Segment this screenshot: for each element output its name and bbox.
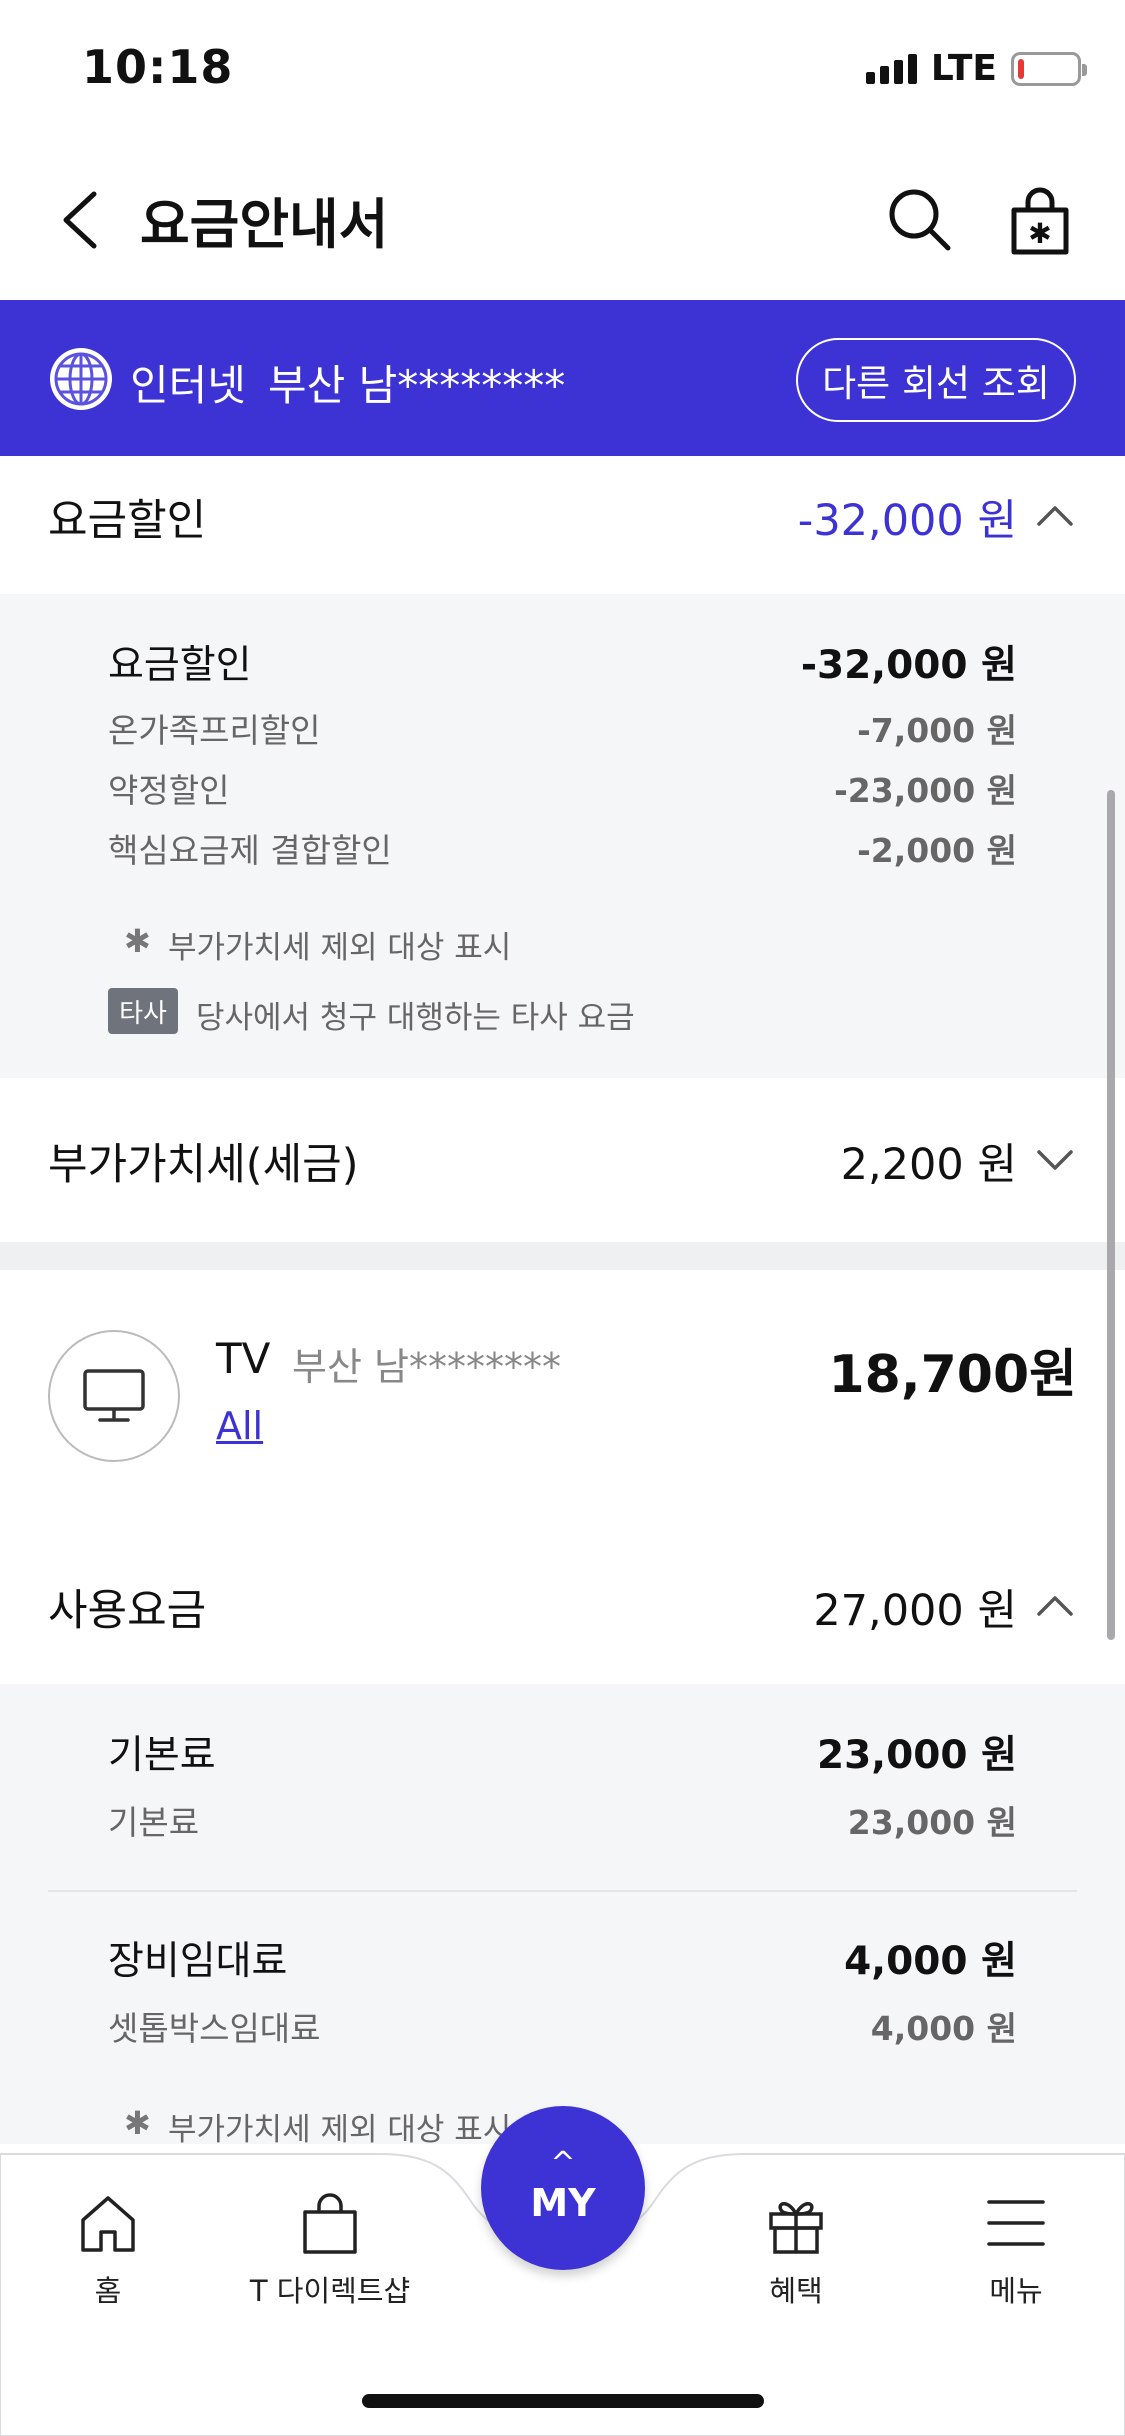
gift-icon bbox=[769, 2202, 823, 2254]
usage-item-value: 4,000 원 bbox=[870, 2009, 1017, 2048]
usage-item-label: 셋톱박스임대료 bbox=[108, 2009, 321, 2048]
discount-section-title: 요금할인 bbox=[48, 496, 207, 546]
group-divider bbox=[48, 1890, 1077, 1892]
discount-main-label: 요금할인 bbox=[108, 643, 252, 688]
tv-icon-badge bbox=[48, 1330, 180, 1462]
asterisk-icon: ✱ bbox=[124, 922, 151, 960]
other-carrier-badge: 타사 bbox=[108, 988, 178, 1034]
discount-item-value: -2,000 원 bbox=[857, 831, 1017, 870]
discount-details: 요금할인 -32,000 원 온가족프리할인 -7,000 원 약정할인 -23… bbox=[0, 594, 1125, 1078]
chevron-up-icon: ^ bbox=[550, 2146, 576, 2181]
discount-item-value: -7,000 원 bbox=[857, 711, 1017, 750]
nav-home-label: 홈 bbox=[94, 2274, 122, 2308]
vat-section-header[interactable]: 부가가치세(세금) 2,200 원 bbox=[0, 1078, 1125, 1242]
section-divider bbox=[0, 1242, 1125, 1270]
vat-exempt-note: 부가가치세 제외 대상 표시 bbox=[168, 930, 512, 966]
my-button[interactable]: ^ MY bbox=[481, 2106, 645, 2270]
other-carrier-note: 당사에서 청구 대행하는 타사 요금 bbox=[196, 1000, 635, 1036]
network-type: LTE bbox=[930, 48, 997, 89]
tv-total-amount: 18,700원 bbox=[828, 1345, 1077, 1405]
chevron-left-icon bbox=[63, 191, 97, 249]
nav-benefits-label: 혜택 bbox=[769, 2274, 823, 2308]
search-icon bbox=[889, 189, 951, 251]
usage-group-label: 장비임대료 bbox=[108, 1939, 288, 1984]
scrollbar[interactable] bbox=[1107, 790, 1115, 1640]
home-indicator bbox=[362, 2394, 764, 2408]
status-time: 10:18 bbox=[82, 40, 234, 94]
nav-menu[interactable]: 메뉴 bbox=[916, 2190, 1116, 2310]
discount-item-value: -23,000 원 bbox=[834, 771, 1017, 810]
discount-item-label: 핵심요금제 결합할인 bbox=[108, 831, 392, 870]
vat-section-amount: 2,200 원 bbox=[840, 1140, 1017, 1190]
app-header: 요금안내서 ✱ bbox=[0, 140, 1125, 300]
usage-item-value: 23,000 원 bbox=[847, 1803, 1017, 1842]
search-button[interactable] bbox=[880, 180, 960, 260]
line-region: 부산 남******** bbox=[268, 361, 566, 410]
usage-section-header[interactable]: 사용요금 27,000 원 bbox=[0, 1536, 1125, 1684]
line-service-type: 인터넷 bbox=[130, 361, 246, 410]
nav-direct-shop[interactable]: T 다이렉트샵 bbox=[230, 2190, 430, 2310]
discount-section-amount: -32,000 원 bbox=[797, 496, 1017, 546]
page-title: 요금안내서 bbox=[140, 193, 389, 256]
home-icon bbox=[81, 2196, 135, 2252]
usage-group-value: 4,000 원 bbox=[844, 1939, 1017, 1984]
usage-group-value: 23,000 원 bbox=[817, 1733, 1017, 1778]
menu-icon bbox=[987, 2200, 1045, 2246]
shopping-bag-icon bbox=[303, 2193, 357, 2254]
tv-line-region: 부산 남******** bbox=[292, 1345, 561, 1389]
discount-section-header[interactable]: 요금할인 -32,000 원 bbox=[0, 456, 1125, 594]
nav-menu-label: 메뉴 bbox=[989, 2274, 1043, 2308]
discount-item-label: 약정할인 bbox=[108, 771, 230, 810]
usage-group-label: 기본료 bbox=[108, 1733, 216, 1778]
signal-icon bbox=[865, 53, 917, 84]
discount-main-value: -32,000 원 bbox=[800, 643, 1017, 688]
line-banner: 인터넷 부산 남******** 다른 회선 조회 bbox=[0, 300, 1125, 456]
nav-home[interactable]: 홈 bbox=[8, 2190, 208, 2310]
nav-direct-shop-label: T 다이렉트샵 bbox=[249, 2274, 411, 2308]
tv-service-name: TV bbox=[216, 1334, 271, 1383]
usage-details: 기본료 23,000 원 기본료 23,000 원 장비임대료 4,000 원 … bbox=[0, 1684, 1125, 2148]
chevron-up-icon bbox=[1037, 506, 1073, 526]
vat-section-title: 부가가치세(세금) bbox=[48, 1140, 359, 1190]
bag-icon: ✱ bbox=[1011, 187, 1069, 255]
status-bar: 10:18 LTE bbox=[0, 0, 1125, 140]
back-button[interactable] bbox=[50, 180, 120, 260]
nav-benefits[interactable]: 혜택 bbox=[696, 2190, 896, 2310]
usage-section-title: 사용요금 bbox=[48, 1586, 207, 1636]
globe-icon bbox=[50, 348, 112, 410]
discount-item-label: 온가족프리할인 bbox=[108, 711, 321, 750]
shopping-bag-button[interactable]: ✱ bbox=[1000, 180, 1080, 260]
other-line-button[interactable]: 다른 회선 조회 bbox=[796, 338, 1076, 422]
tv-icon bbox=[83, 1369, 145, 1422]
chevron-up-icon bbox=[1037, 1596, 1073, 1616]
usage-section-amount: 27,000 원 bbox=[813, 1586, 1017, 1636]
chevron-down-icon bbox=[1037, 1150, 1073, 1170]
status-indicators: LTE bbox=[865, 48, 1087, 89]
usage-item-label: 기본료 bbox=[108, 1803, 200, 1842]
battery-icon bbox=[1011, 51, 1087, 86]
my-button-label: MY bbox=[530, 2181, 596, 2225]
svg-text:✱: ✱ bbox=[1028, 217, 1051, 250]
tv-all-link[interactable]: All bbox=[216, 1404, 263, 1448]
